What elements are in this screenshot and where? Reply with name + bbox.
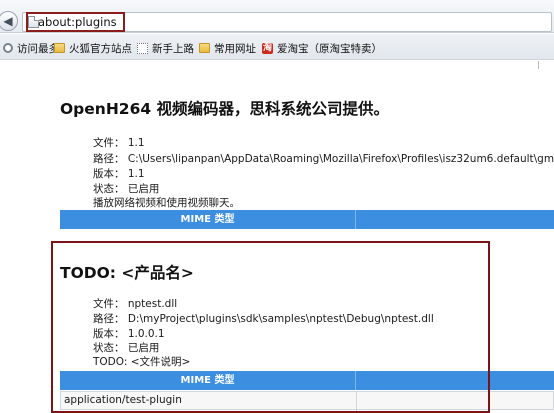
folder-icon — [54, 43, 65, 53]
navigation-bar: ◀ about:plugins — [0, 0, 554, 33]
bookmark-label: 爱淘宝（原淘宝特卖） — [277, 42, 382, 55]
plugin-description: 播放网络视频和使用视频聊天。 — [93, 197, 240, 209]
divider — [538, 61, 539, 69]
column-separator — [355, 210, 356, 229]
plugin-file: 文件： 1.1 — [93, 137, 145, 149]
bookmark-taobao[interactable]: 淘 爱淘宝（原淘宝特卖） — [262, 40, 382, 56]
bookmark-common-sites[interactable]: 常用网址 — [199, 40, 256, 56]
taobao-icon: 淘 — [262, 42, 273, 54]
bookmark-getting-started[interactable]: 新手上路 — [137, 40, 194, 56]
plugin-path: 路径： C:\Users\lipanpan\AppData\Roaming\Mo… — [93, 153, 554, 165]
bookmarks-toolbar: 访问最多 火狐官方站点 新手上路 常用网址 淘 爱淘宝（原淘宝特卖） — [0, 34, 554, 60]
mime-table-header: MIME 类型 — [60, 210, 554, 229]
back-arrow-icon: ◀ — [3, 14, 13, 28]
page-icon — [137, 42, 148, 54]
plugin-state: 状态： 已启用 — [93, 183, 160, 195]
back-button[interactable]: ◀ — [0, 11, 18, 31]
plugin-version: 版本： 1.1 — [93, 168, 145, 180]
browser-window: ◀ about:plugins 访问最多 火狐官方站点 新手上路 常用网址 淘 … — [0, 0, 554, 413]
plugin-highlight-box — [51, 241, 490, 413]
url-highlight-box — [26, 12, 125, 32]
bookmark-label: 常用网址 — [214, 42, 256, 55]
bookmark-firefox-site[interactable]: 火狐官方站点 — [54, 40, 132, 56]
folder-icon — [199, 43, 210, 53]
plugin-title: OpenH264 视频编码器，思科系统公司提供。 — [60, 100, 390, 118]
bookmark-most-visited[interactable]: 访问最多 — [3, 40, 59, 56]
bookmark-label: 新手上路 — [152, 42, 194, 55]
mime-type-column-header: MIME 类型 — [180, 214, 235, 225]
bookmark-label: 火狐官方站点 — [69, 42, 132, 55]
gear-icon — [3, 43, 13, 53]
bookmark-label: 访问最多 — [17, 42, 59, 55]
plugins-page: OpenH264 视频编码器，思科系统公司提供。 文件： 1.1 路径： C:\… — [0, 61, 554, 413]
